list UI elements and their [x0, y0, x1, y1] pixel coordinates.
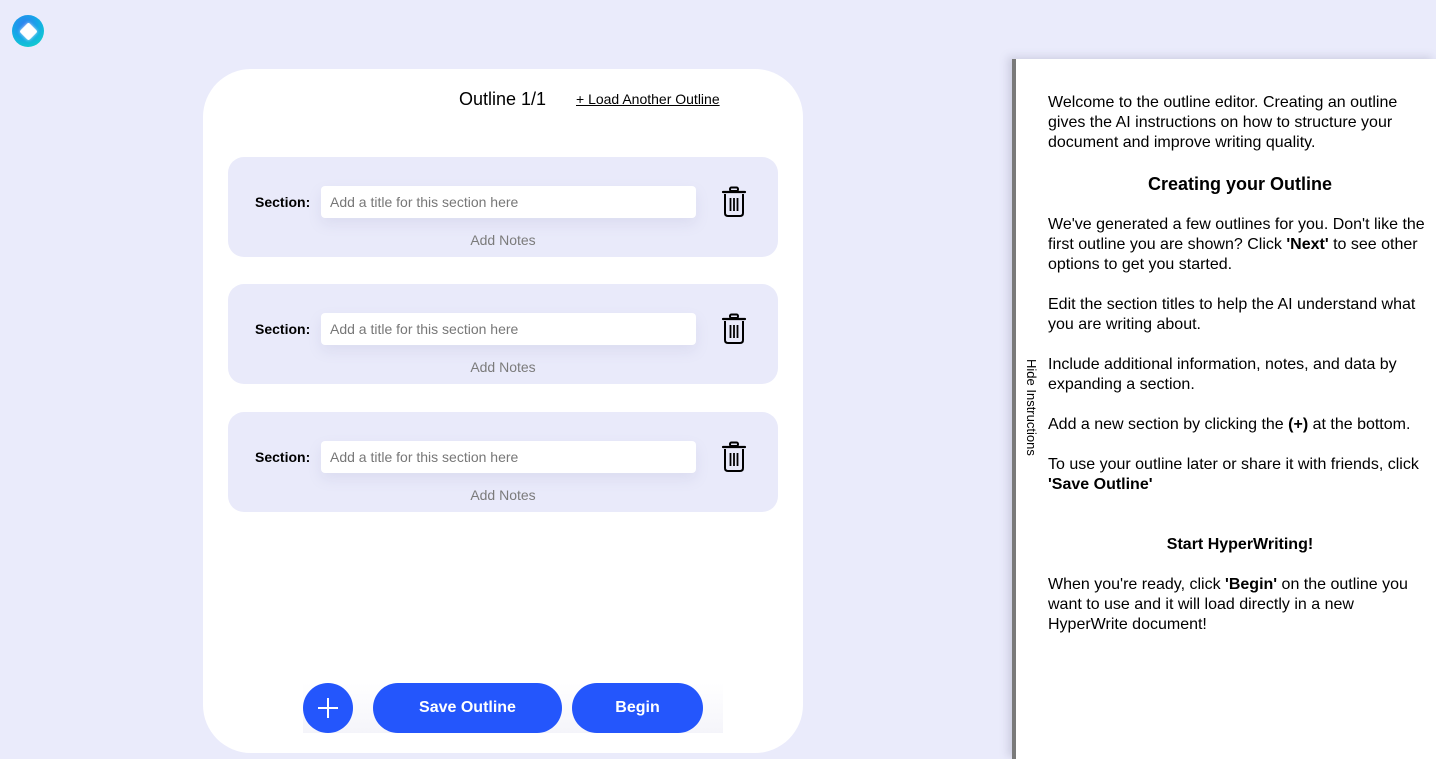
text: When you're ready, click	[1048, 576, 1226, 593]
add-notes-button[interactable]: Add Notes	[228, 232, 778, 248]
instructions-panel: Hide Instructions Welcome to the outline…	[1012, 59, 1436, 759]
save-outline-keyword: 'Save Outline'	[1048, 476, 1153, 493]
outline-counter: Outline 1/1	[459, 89, 547, 109]
section-title-input[interactable]	[321, 186, 696, 218]
trash-icon[interactable]	[720, 313, 748, 345]
section-title-input[interactable]	[321, 313, 696, 345]
begin-keyword: 'Begin'	[1225, 576, 1278, 593]
add-notes-button[interactable]: Add Notes	[228, 359, 778, 375]
text: at the bottom.	[1308, 416, 1411, 433]
trash-icon[interactable]	[720, 186, 748, 218]
instructions-heading-start: Start HyperWriting!	[1166, 536, 1314, 553]
instructions-paragraph: To use your outline later or share it wi…	[1048, 455, 1432, 495]
section-label: Section:	[255, 321, 311, 337]
instructions-body: Welcome to the outline editor. Creating …	[1048, 93, 1432, 655]
instructions-heading-create: Creating your Outline	[1147, 174, 1333, 194]
instructions-paragraph: We've generated a few outlines for you. …	[1048, 215, 1432, 275]
text: To use your outline later or share it wi…	[1048, 456, 1419, 473]
plus-keyword: (+)	[1288, 416, 1309, 433]
instructions-paragraph: Add a new section by clicking the (+) at…	[1048, 415, 1432, 435]
begin-button[interactable]: Begin	[572, 683, 703, 733]
outline-editor-card: Outline 1/1 + Load Another Outline Secti…	[203, 69, 803, 753]
add-notes-button[interactable]: Add Notes	[228, 487, 778, 503]
instructions-intro: Welcome to the outline editor. Creating …	[1048, 94, 1398, 151]
trash-icon[interactable]	[720, 441, 748, 473]
hyperwrite-logo-icon[interactable]	[12, 15, 44, 47]
add-section-button[interactable]	[303, 683, 353, 733]
save-outline-button[interactable]: Save Outline	[373, 683, 562, 733]
hide-instructions-tab[interactable]: Hide Instructions	[1024, 359, 1039, 456]
section-card: Section: Add Notes	[228, 412, 778, 512]
load-another-outline-link[interactable]: + Load Another Outline	[576, 91, 720, 107]
section-label: Section:	[255, 449, 311, 465]
instructions-paragraph: Include additional information, notes, a…	[1048, 356, 1397, 393]
section-card: Section: Add Notes	[228, 157, 778, 257]
logo-diamond	[18, 21, 38, 41]
section-label: Section:	[255, 194, 311, 210]
section-title-input[interactable]	[321, 441, 696, 473]
plus-icon	[318, 698, 338, 718]
next-keyword: 'Next'	[1286, 236, 1329, 253]
text: Add a new section by clicking the	[1048, 416, 1289, 433]
outline-header: Outline 1/1 + Load Another Outline	[203, 89, 803, 109]
instructions-paragraph: Edit the section titles to help the AI u…	[1048, 296, 1416, 333]
instructions-paragraph: When you're ready, click 'Begin' on the …	[1048, 575, 1432, 635]
section-card: Section: Add Notes	[228, 284, 778, 384]
